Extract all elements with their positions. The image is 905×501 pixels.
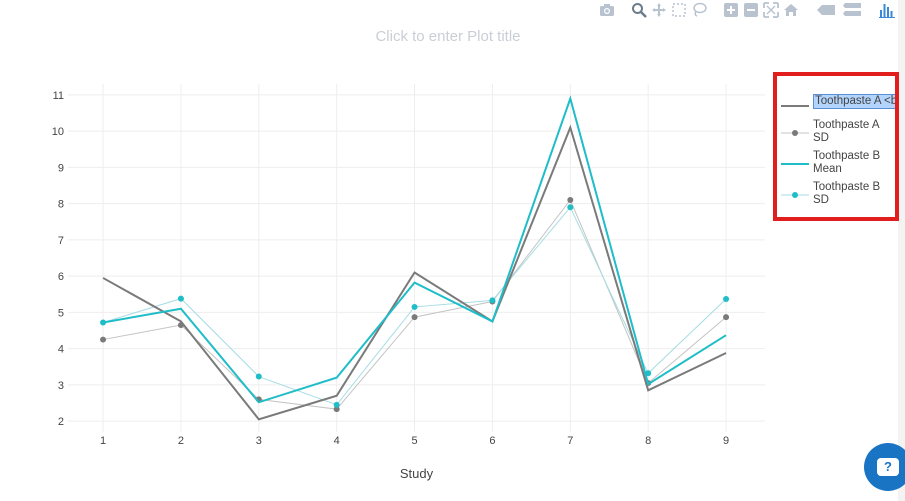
modebar-group-logo: [877, 0, 897, 20]
help-button[interactable]: ?: [864, 443, 905, 491]
data-point[interactable]: [100, 336, 107, 343]
legend-label[interactable]: Toothpaste B Mean: [813, 150, 880, 176]
modebar-group-hover: [813, 0, 865, 20]
hover-compare-icon[interactable]: [839, 0, 865, 20]
plotly-logo-icon[interactable]: [877, 0, 897, 20]
data-point[interactable]: [255, 373, 262, 380]
legend-label-input[interactable]: Toothpaste A <br: [813, 94, 897, 109]
y-tick-label: 10: [52, 126, 64, 138]
data-point[interactable]: [567, 197, 574, 203]
x-tick-label: 5: [411, 435, 417, 447]
reset-axes-icon[interactable]: [781, 0, 801, 20]
legend-item[interactable]: Toothpaste A SD: [779, 119, 897, 150]
x-tick-label: 1: [100, 435, 106, 447]
y-tick-label: 7: [58, 235, 64, 247]
x-tick-label: 7: [567, 435, 573, 447]
legend-swatch-marker: [792, 130, 798, 136]
data-point[interactable]: [723, 295, 730, 302]
legend-swatch: [781, 192, 809, 198]
legend-swatch: [781, 163, 809, 165]
y-tick-label: 11: [53, 90, 64, 102]
data-point[interactable]: [723, 314, 730, 321]
y-tick-label: 4: [58, 344, 64, 356]
plot-area[interactable]: 2345678910111 2 3 4 5 6 7 8 9Study: [0, 0, 770, 501]
legend-item[interactable]: Toothpaste B SD: [779, 181, 897, 212]
y-tick-label: 3: [58, 380, 64, 392]
y-tick-label: 9: [58, 162, 64, 174]
legend-item[interactable]: Toothpaste A <br: [779, 88, 897, 119]
help-icon: ?: [877, 458, 899, 476]
data-point[interactable]: [411, 314, 418, 321]
legend[interactable]: Toothpaste A <br Toothpaste A SD Toothpast…: [779, 88, 897, 212]
right-scrollbar[interactable]: [898, 0, 905, 501]
x-tick-label: 8: [645, 435, 651, 447]
legend-label[interactable]: Toothpaste A SD: [813, 119, 880, 145]
y-tick-label: 2: [58, 416, 64, 428]
legend-item[interactable]: Toothpaste B Mean: [779, 150, 897, 181]
legend-swatch: [781, 105, 809, 107]
x-tick-label: 2: [178, 435, 184, 447]
legend-swatch-marker: [792, 192, 798, 198]
x-tick-label: 3: [256, 435, 262, 447]
x-tick-label: 4: [334, 435, 340, 447]
data-point[interactable]: [411, 303, 418, 310]
x-tick-label: 6: [489, 435, 495, 447]
hover-closest-icon[interactable]: [813, 0, 839, 20]
data-point[interactable]: [567, 204, 574, 211]
x-axis-title: Study: [400, 466, 434, 481]
legend-label[interactable]: Toothpaste B SD: [813, 181, 880, 207]
y-tick-label: 6: [58, 271, 64, 283]
data-point[interactable]: [177, 295, 184, 302]
data-point[interactable]: [333, 401, 340, 408]
x-tick-label: 9: [723, 435, 729, 447]
data-point[interactable]: [489, 297, 496, 304]
y-tick-label: 5: [58, 307, 64, 319]
legend-swatch: [781, 130, 809, 136]
y-tick-label: 8: [58, 199, 64, 211]
